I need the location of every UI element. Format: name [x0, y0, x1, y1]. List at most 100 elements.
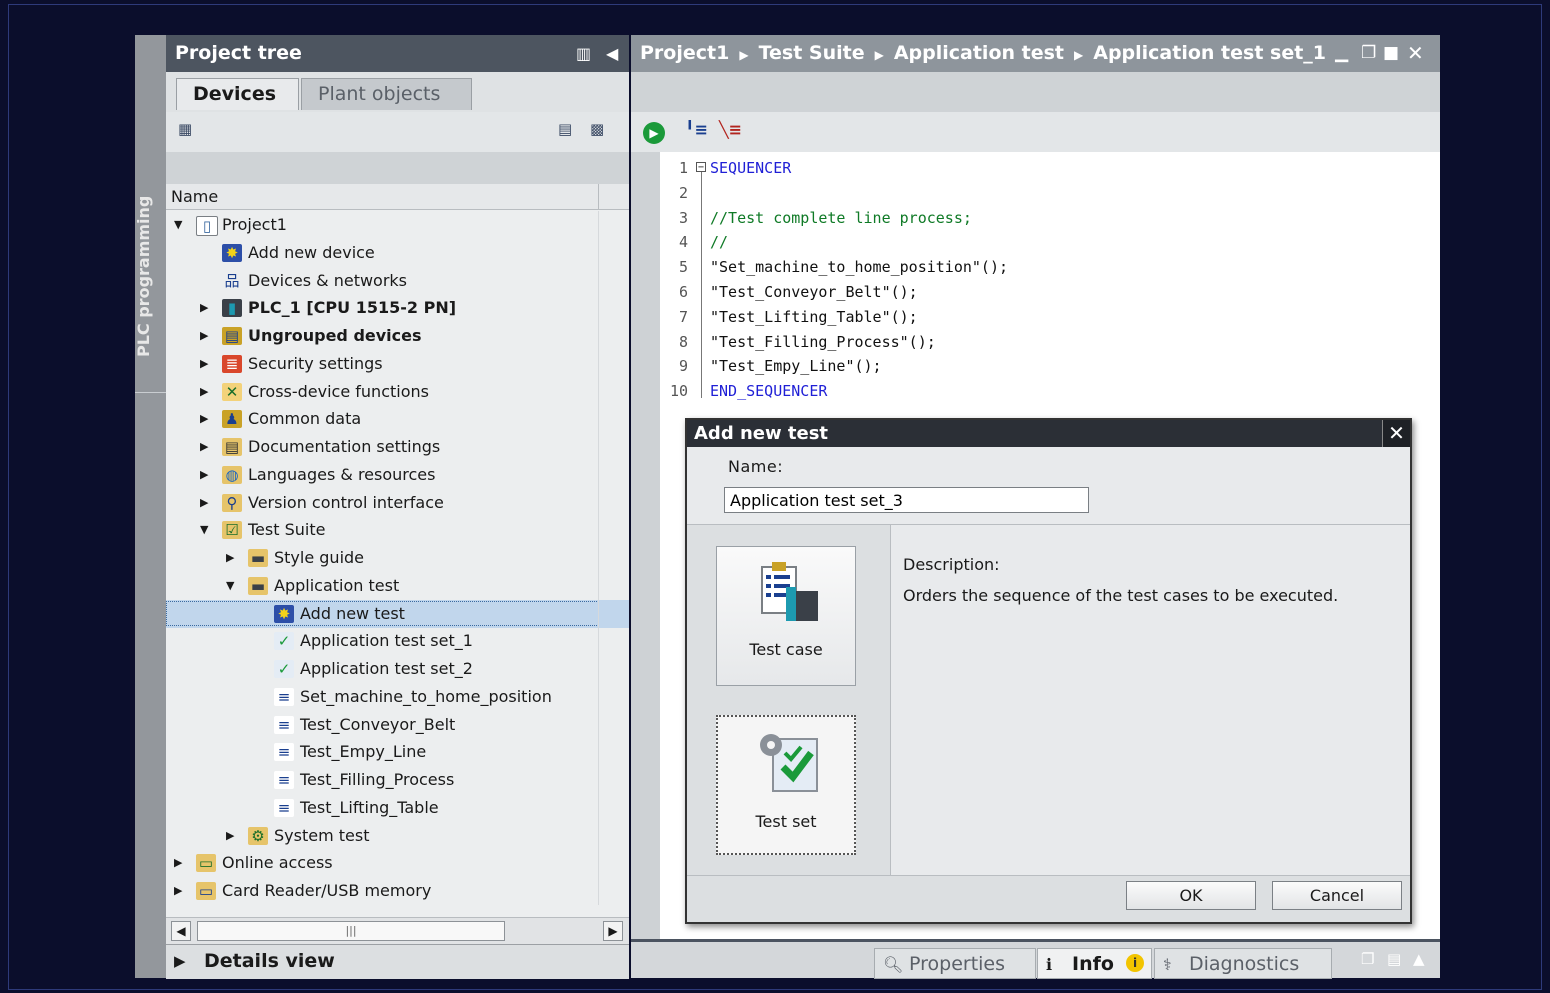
tree-item[interactable]: ▼ ▬ Application test: [166, 571, 629, 600]
inspector-bar: 🔍︎ Properties ℹ Info i ⚕ Diagnostics ❐ ▤ ▲: [631, 939, 1440, 979]
float-window-icon[interactable]: ❐: [1361, 35, 1376, 72]
tree-item[interactable]: ▶ ▤ Ungrouped devices: [166, 322, 629, 350]
tree-item[interactable]: ≡ Test_Filling_Process: [166, 766, 629, 794]
tree-item[interactable]: ▶ ▬ Style guide: [166, 544, 629, 572]
float-panel-icon[interactable]: ❐: [1361, 950, 1374, 968]
maximize-icon[interactable]: ■: [1383, 35, 1399, 72]
tree-item[interactable]: ▶ ▭ Online access: [166, 849, 629, 878]
plc-programming-strip[interactable]: PLC programming: [134, 35, 166, 978]
breadcrumb-project1[interactable]: Project1: [640, 42, 729, 64]
details-view-label: Details view: [204, 950, 335, 972]
panel-layout-icon[interactable]: ▤: [1387, 950, 1401, 968]
breadcrumb-test-suite[interactable]: Test Suite: [759, 42, 865, 64]
tree-item[interactable]: ▼ ☑ Test Suite: [166, 516, 629, 545]
scroll-thumb[interactable]: |||: [197, 921, 505, 941]
code-line[interactable]: "Test_Empy_Line"();: [710, 354, 882, 379]
code-line[interactable]: "Test_Conveyor_Belt"();: [710, 280, 918, 305]
expand-right-icon[interactable]: ▶: [200, 489, 212, 517]
test-case-option[interactable]: Test case: [716, 546, 856, 686]
column-gridline: [598, 849, 599, 878]
name-input[interactable]: [724, 487, 1089, 513]
expand-right-icon[interactable]: ▶: [200, 378, 212, 406]
tree-item-label: Add new device: [248, 242, 375, 262]
expand-down-icon[interactable]: ▼: [200, 516, 212, 544]
expand-down-icon[interactable]: ▼: [174, 211, 186, 239]
tree-item[interactable]: ✓ Application test set_1: [166, 627, 629, 656]
tree-item[interactable]: ✸ Add new test: [166, 599, 629, 628]
expand-right-icon[interactable]: ▶: [200, 322, 212, 350]
editor-gutter: [631, 152, 660, 939]
tree-item-label: Devices & networks: [248, 270, 408, 290]
details-view-bar[interactable]: ▶ Details view: [166, 944, 629, 979]
overview-icon[interactable]: ▤: [558, 120, 580, 142]
tab-plant-objects[interactable]: Plant objects: [301, 78, 472, 110]
breadcrumb-application-test[interactable]: Application test: [894, 42, 1064, 64]
code-line[interactable]: //: [710, 230, 728, 255]
code-line[interactable]: END_SEQUENCER: [710, 379, 827, 404]
column-divider[interactable]: [598, 184, 599, 210]
column-gridline: [598, 211, 599, 239]
run-icon[interactable]: ▶: [643, 122, 665, 144]
expand-right-icon[interactable]: ▶: [226, 822, 238, 850]
breadcrumb-test-set[interactable]: Application test set_1: [1093, 42, 1326, 64]
layout-icon[interactable]: ▥: [576, 35, 591, 72]
expand-right-icon[interactable]: ▶: [200, 405, 212, 433]
tree-item[interactable]: ≡ Set_machine_to_home_position: [166, 682, 629, 711]
tab-properties[interactable]: 🔍︎ Properties: [874, 948, 1036, 979]
export-icon[interactable]: ▩: [590, 120, 612, 142]
expand-right-icon[interactable]: ▶: [174, 849, 186, 877]
expand-right-icon[interactable]: ▶: [200, 461, 212, 489]
tree-item[interactable]: ≡ Test_Empy_Line: [166, 738, 629, 767]
tab-devices[interactable]: Devices: [176, 78, 299, 110]
tree-item-label: Cross-device functions: [248, 381, 429, 401]
tree-item[interactable]: ▶ ▤ Documentation settings: [166, 433, 629, 461]
tree-item[interactable]: ▶ ▮ PLC_1 [CPU 1515-2 PN]: [166, 294, 629, 323]
expand-up-icon[interactable]: ▲: [1413, 950, 1425, 968]
code-line[interactable]: SEQUENCER: [710, 156, 791, 181]
expand-right-icon[interactable]: ▶: [200, 433, 212, 461]
expand-details-icon[interactable]: ▶: [174, 945, 186, 977]
test-set-option[interactable]: Test set: [716, 715, 856, 855]
ok-button[interactable]: OK: [1126, 881, 1256, 910]
tree-item[interactable]: ≡ Test_Lifting_Table: [166, 793, 629, 822]
tree-item[interactable]: ▶ ✕ Cross-device functions: [166, 377, 629, 406]
tree-item[interactable]: ≡ Test_Conveyor_Belt: [166, 710, 629, 739]
cancel-button[interactable]: Cancel: [1272, 881, 1402, 910]
code-line[interactable]: "Test_Filling_Process"();: [710, 330, 936, 355]
tab-info[interactable]: ℹ Info i: [1037, 948, 1152, 979]
security-icon: ≣: [222, 354, 242, 373]
code-line[interactable]: "Test_Lifting_Table"();: [710, 305, 918, 330]
fold-toggle-icon[interactable]: −: [696, 162, 706, 173]
column-header-name[interactable]: Name: [166, 184, 629, 210]
expand-right-icon[interactable]: ▶: [226, 544, 238, 572]
code-line[interactable]: //Test complete line process;: [710, 206, 972, 231]
tree-item[interactable]: ✸ Add new device: [166, 238, 629, 267]
tab-diagnostics[interactable]: ⚕ Diagnostics: [1154, 948, 1332, 979]
tree-item[interactable]: ▶ ⚲ Version control interface: [166, 488, 629, 517]
minimize-icon[interactable]: ▁: [1335, 35, 1348, 72]
scroll-right-icon[interactable]: ▶: [603, 921, 623, 941]
expand-right-icon[interactable]: ▶: [200, 350, 212, 378]
tree-item[interactable]: ▶ ≣ Security settings: [166, 349, 629, 378]
insert-line-icon[interactable]: ╹≡: [685, 120, 708, 139]
tree-item[interactable]: 品 Devices & networks: [166, 266, 629, 295]
tree-item[interactable]: ▶ ▭ Card Reader/USB memory: [166, 877, 629, 905]
tab-properties-label: Properties: [909, 953, 1006, 975]
project-tree-tabs: Devices Plant objects: [166, 72, 629, 112]
scroll-left-icon[interactable]: ◀: [171, 921, 191, 941]
new-item-icon[interactable]: ▦: [178, 120, 200, 142]
expand-right-icon[interactable]: ▶: [174, 877, 186, 905]
tree-item[interactable]: ▶ ⚙ System test: [166, 821, 629, 850]
tree-item[interactable]: ✓ Application test set_2: [166, 655, 629, 683]
close-icon[interactable]: ✕: [1407, 35, 1424, 72]
collapse-left-icon[interactable]: ◀: [606, 35, 618, 72]
code-line[interactable]: "Set_machine_to_home_position"();: [710, 255, 1008, 280]
tree-item[interactable]: ▶ ◍ Languages & resources: [166, 460, 629, 489]
dialog-close-icon[interactable]: ✕: [1382, 420, 1410, 447]
tree-item[interactable]: ▼ ▯ Project1: [166, 211, 629, 239]
horizontal-scrollbar[interactable]: ◀ ||| ▶: [166, 917, 629, 944]
expand-right-icon[interactable]: ▶: [200, 294, 212, 322]
tree-item[interactable]: ▶ ♟ Common data: [166, 405, 629, 434]
expand-down-icon[interactable]: ▼: [226, 572, 238, 600]
delete-line-icon[interactable]: ╲≡: [719, 120, 742, 139]
